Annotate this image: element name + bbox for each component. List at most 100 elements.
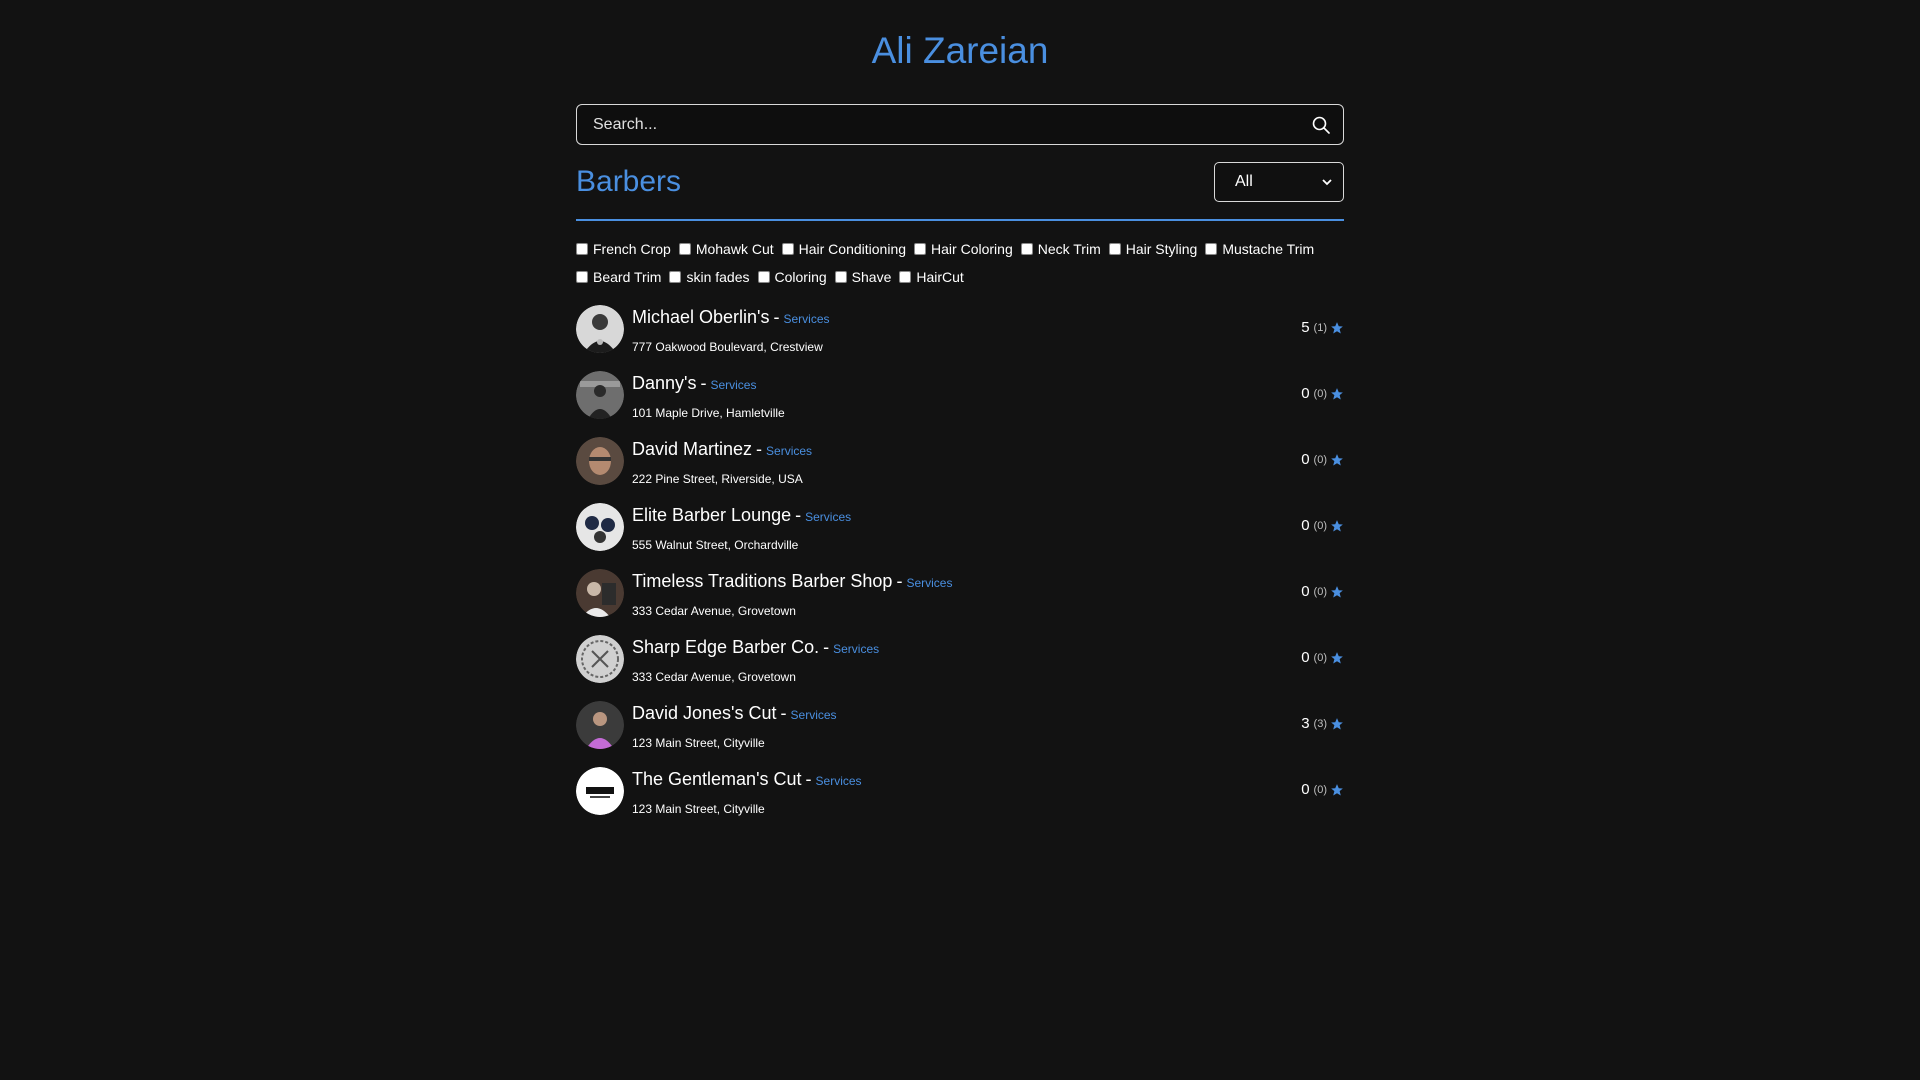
- avatar[interactable]: [576, 701, 624, 749]
- avatar[interactable]: [576, 635, 624, 683]
- list-item: The Gentleman's Cut - Services 123 Main St…: [576, 767, 1344, 833]
- checkbox[interactable]: [757, 271, 770, 283]
- barber-address: 123 Main Street, Cityville: [632, 802, 765, 816]
- rating-count: (0): [1313, 585, 1327, 598]
- checkbox[interactable]: [669, 271, 682, 283]
- checkbox[interactable]: [678, 243, 691, 255]
- barber-address: 101 Maple Drive, Hamletville: [632, 406, 785, 420]
- rating-value: 0: [1301, 385, 1310, 402]
- barber-name[interactable]: Timeless Traditions Barber Shop: [632, 571, 892, 591]
- rating-value: 0: [1301, 517, 1310, 534]
- services-link[interactable]: Services: [710, 378, 756, 392]
- avatar[interactable]: [576, 305, 624, 353]
- filter-haircut[interactable]: HairCut: [899, 268, 964, 286]
- filter-french-crop[interactable]: French Crop: [576, 240, 671, 258]
- barber-name[interactable]: Michael Oberlin's: [632, 307, 770, 327]
- rating-value: 3: [1301, 715, 1310, 732]
- rating: 3 (3): [1301, 715, 1344, 732]
- star-icon: [1331, 387, 1343, 400]
- rating-count: (0): [1313, 453, 1327, 466]
- separator: -: [823, 637, 830, 657]
- checkbox[interactable]: [1205, 243, 1218, 255]
- services-link[interactable]: Services: [833, 642, 879, 656]
- separator: -: [805, 769, 812, 789]
- rating-value: 0: [1301, 583, 1310, 600]
- list-item: Danny's - Services 101 Maple Drive, Hamlet…: [576, 371, 1344, 437]
- barber-name[interactable]: Sharp Edge Barber Co.: [632, 637, 819, 657]
- checkbox[interactable]: [834, 271, 847, 283]
- filter-neck-trim[interactable]: Neck Trim: [1020, 240, 1101, 258]
- rating-value: 0: [1301, 781, 1310, 798]
- rating-count: (1): [1313, 321, 1327, 334]
- checkbox[interactable]: [1108, 243, 1121, 255]
- separator: -: [756, 439, 763, 459]
- service-filters: French Crop Mohawk Cut Hair Conditioning…: [576, 240, 1344, 286]
- filter-beard-trim[interactable]: Beard Trim: [576, 268, 661, 286]
- list-item: Michael Oberlin's - Services 777 Oakwood B…: [576, 305, 1344, 371]
- avatar[interactable]: [576, 569, 624, 617]
- barber-name[interactable]: Elite Barber Lounge: [632, 505, 791, 525]
- separator: -: [795, 505, 802, 525]
- barber-address: 222 Pine Street, Riverside, USA: [632, 472, 803, 486]
- rating: 0 (0): [1301, 517, 1344, 534]
- services-link[interactable]: Services: [816, 774, 862, 788]
- checkbox[interactable]: [1020, 243, 1033, 255]
- separator: -: [700, 373, 707, 393]
- separator: -: [780, 703, 787, 723]
- page-title: Ali Zareian: [871, 30, 1049, 71]
- rating-count: (0): [1313, 783, 1327, 796]
- avatar[interactable]: [576, 371, 624, 419]
- avatar[interactable]: [576, 767, 624, 815]
- chevron-down-icon: [1322, 179, 1332, 186]
- barber-name[interactable]: David Jones's Cut: [632, 703, 777, 723]
- rating: 0 (0): [1301, 583, 1344, 600]
- avatar[interactable]: [576, 503, 624, 551]
- rating: 5 (1): [1301, 319, 1344, 336]
- filter-coloring[interactable]: Coloring: [757, 268, 827, 286]
- filter-hair-styling[interactable]: Hair Styling: [1108, 240, 1197, 258]
- avatar[interactable]: [576, 437, 624, 485]
- filter-mohawk-cut[interactable]: Mohawk Cut: [678, 240, 774, 258]
- list-item: Elite Barber Lounge - Services 555 Walnut …: [576, 503, 1344, 569]
- barber-list: Michael Oberlin's - Services 777 Oakwood B…: [576, 305, 1344, 833]
- filter-hair-coloring[interactable]: Hair Coloring: [914, 240, 1013, 258]
- star-icon: [1331, 717, 1343, 730]
- barber-address: 333 Cedar Avenue, Grovetown: [632, 604, 796, 618]
- checkbox[interactable]: [781, 243, 794, 255]
- search-input[interactable]: [577, 105, 1343, 144]
- barber-name[interactable]: Danny's: [632, 373, 696, 393]
- services-link[interactable]: Services: [906, 576, 952, 590]
- rating: 0 (0): [1301, 385, 1344, 402]
- separator: -: [896, 571, 903, 591]
- search-icon[interactable]: [1311, 115, 1331, 135]
- barber-name[interactable]: The Gentleman's Cut: [632, 769, 802, 789]
- filter-skin-fades[interactable]: skin fades: [669, 268, 750, 286]
- barber-address: 777 Oakwood Boulevard, Crestview: [632, 340, 823, 354]
- checkbox[interactable]: [914, 243, 927, 255]
- services-link[interactable]: Services: [791, 708, 837, 722]
- star-icon: [1331, 519, 1343, 532]
- separator: -: [773, 307, 780, 327]
- list-item: David Martinez - Services 222 Pine Street,…: [576, 437, 1344, 503]
- barber-address: 123 Main Street, Cityville: [632, 736, 765, 750]
- checkbox[interactable]: [899, 271, 912, 283]
- checkbox[interactable]: [576, 243, 588, 255]
- filter-mustache-trim[interactable]: Mustache Trim: [1205, 240, 1314, 258]
- list-item: David Jones's Cut - Services 123 Main Stre…: [576, 701, 1344, 767]
- barber-address: 333 Cedar Avenue, Grovetown: [632, 670, 796, 684]
- filter-shave[interactable]: Shave: [834, 268, 891, 286]
- rating-value: 5: [1301, 319, 1310, 336]
- filter-select[interactable]: All: [1214, 162, 1344, 202]
- rating: 0 (0): [1301, 781, 1344, 798]
- services-link[interactable]: Services: [784, 312, 830, 326]
- services-link[interactable]: Services: [805, 510, 851, 524]
- services-link[interactable]: Services: [766, 444, 812, 458]
- barber-name[interactable]: David Martinez: [632, 439, 752, 459]
- checkbox[interactable]: [576, 271, 588, 283]
- filter-hair-conditioning[interactable]: Hair Conditioning: [781, 240, 906, 258]
- rating-value: 0: [1301, 649, 1310, 666]
- search-box[interactable]: [576, 104, 1344, 145]
- list-item: Timeless Traditions Barber Shop - Services…: [576, 569, 1344, 635]
- rating-count: (0): [1313, 519, 1327, 532]
- barber-address: 555 Walnut Street, Orchardville: [632, 538, 799, 552]
